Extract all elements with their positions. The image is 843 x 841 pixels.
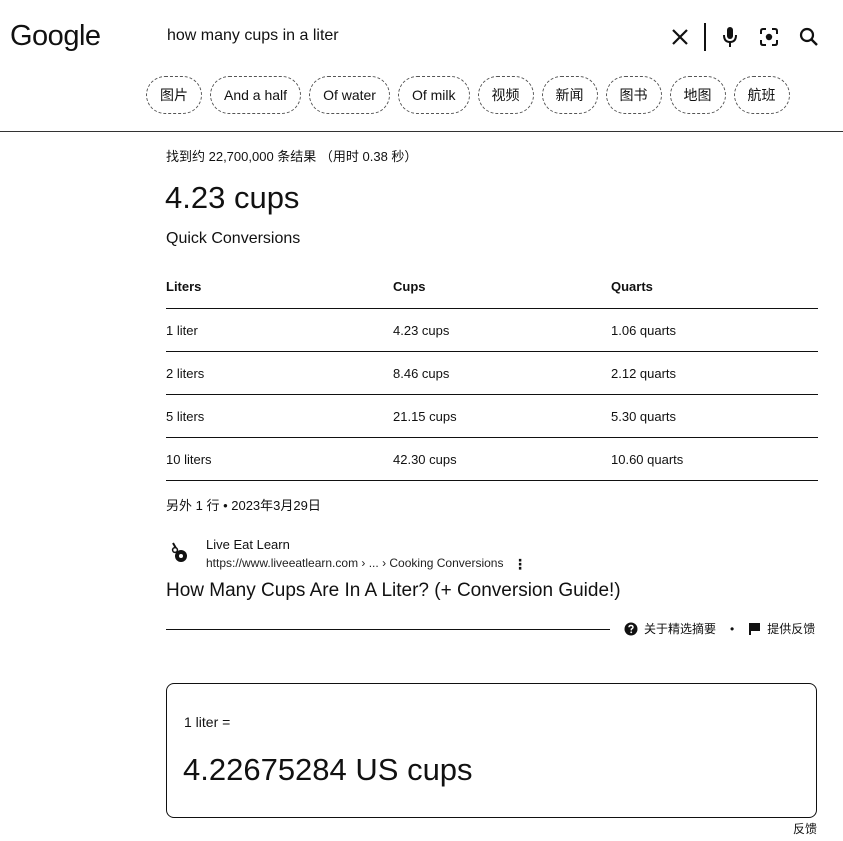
table-cell: 1 liter	[166, 308, 393, 352]
featured-answer: 4.23 cups	[165, 180, 300, 215]
chip-news[interactable]: 新闻	[541, 76, 598, 114]
chip-maps[interactable]: 地图	[669, 76, 726, 114]
converter-result: 4.22675284 US cups	[183, 752, 473, 787]
unit-converter-card: 1 liter = 4.22675284 US cups	[166, 683, 817, 818]
table-header: Quarts	[611, 265, 818, 309]
flag-icon	[749, 622, 761, 635]
source-url[interactable]: https://www.liveeatlearn.com › ... › Coo…	[206, 556, 503, 570]
header-divider	[0, 131, 843, 132]
table-cell: 10 liters	[166, 437, 393, 481]
close-icon[interactable]	[665, 22, 695, 52]
snippet-footer: 关于精选摘要 • 提供反馈	[624, 620, 815, 637]
chip-and-a-half[interactable]: And a half	[210, 76, 302, 114]
snippet-footer-divider	[166, 629, 610, 630]
give-feedback-link[interactable]: 提供反馈	[748, 620, 815, 637]
table-row: 2 liters 8.46 cups 2.12 quarts	[166, 351, 818, 395]
camera-lens-icon[interactable]	[754, 22, 784, 52]
table-row: 5 liters 21.15 cups 5.30 quarts	[166, 394, 818, 438]
table-header: Liters	[166, 265, 393, 309]
converter-feedback-link[interactable]: 反馈	[793, 820, 817, 837]
search-icon[interactable]	[794, 22, 824, 52]
google-logo[interactable]: Google	[10, 20, 101, 53]
about-featured-snippets-label: 关于精选摘要	[644, 622, 717, 636]
chip-videos[interactable]: 视频	[477, 76, 534, 114]
table-cell: 5 liters	[166, 394, 393, 438]
microphone-icon[interactable]	[715, 22, 745, 52]
live-eat-learn-favicon-icon	[168, 540, 190, 564]
chip-of-water[interactable]: Of water	[309, 76, 390, 114]
more-options-icon[interactable]: ⋮	[513, 556, 527, 573]
table-header-row: Liters Cups Quarts	[166, 265, 818, 309]
result-stats: 找到约 22,700,000 条结果 （用时 0.38 秒）	[166, 149, 418, 164]
table-row: 1 liter 4.23 cups 1.06 quarts	[166, 308, 818, 352]
table-cell: 5.30 quarts	[611, 394, 818, 438]
table-header: Cups	[393, 265, 611, 309]
source-name[interactable]: Live Eat Learn	[206, 537, 290, 552]
about-featured-snippets-link[interactable]: 关于精选摘要	[624, 620, 716, 637]
give-feedback-label: 提供反馈	[767, 622, 816, 636]
featured-subheading: Quick Conversions	[166, 230, 301, 247]
table-cell: 2.12 quarts	[611, 351, 818, 395]
footer-separator: •	[730, 621, 735, 636]
chip-books[interactable]: 图书	[605, 76, 662, 114]
table-cell: 10.60 quarts	[611, 437, 818, 481]
search-filter-chips: 图片 And a half Of water Of milk 视频 新闻 图书 …	[146, 76, 790, 114]
search-bar-divider	[704, 23, 706, 51]
table-cell: 2 liters	[166, 351, 393, 395]
help-icon	[624, 622, 638, 635]
chip-flights[interactable]: 航班	[733, 76, 790, 114]
table-cell: 4.23 cups	[393, 308, 611, 352]
table-cell: 21.15 cups	[393, 394, 611, 438]
table-cell: 1.06 quarts	[611, 308, 818, 352]
chip-images[interactable]: 图片	[146, 76, 202, 114]
result-title-link[interactable]: How Many Cups Are In A Liter? (+ Convers…	[166, 580, 621, 602]
table-row: 10 liters 42.30 cups 10.60 quarts	[166, 437, 818, 481]
conversion-table: Liters Cups Quarts 1 liter 4.23 cups 1.0…	[166, 265, 818, 481]
table-cell: 8.46 cups	[393, 351, 611, 395]
more-rows-note[interactable]: 另外 1 行 • 2023年3月29日	[166, 495, 321, 514]
search-input[interactable]: how many cups in a liter	[167, 27, 339, 45]
table-cell: 42.30 cups	[393, 437, 611, 481]
chip-of-milk[interactable]: Of milk	[397, 76, 470, 114]
converter-input-label[interactable]: 1 liter =	[184, 714, 230, 730]
